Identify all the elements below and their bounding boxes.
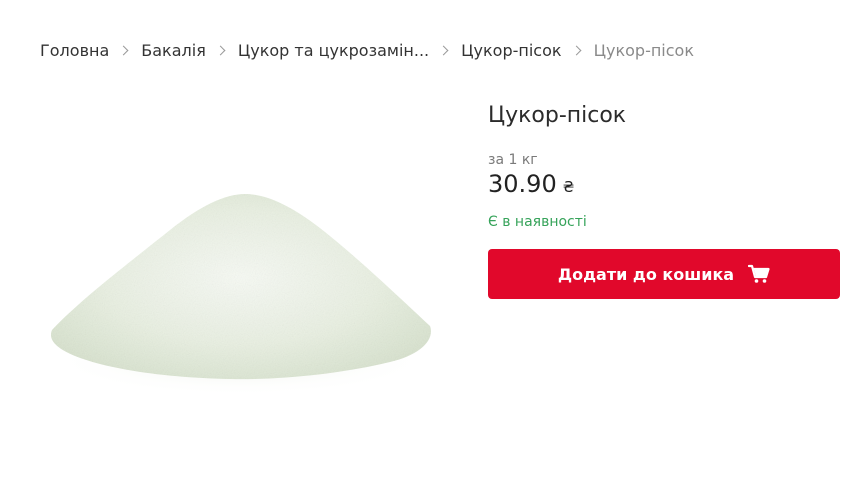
breadcrumb-granulated-sugar[interactable]: Цукор-пісок [461,41,561,60]
price-row: 30.90 ₴ [488,170,840,198]
cart-icon [748,264,770,284]
chevron-right-icon [438,45,449,56]
add-to-cart-label: Додати до кошика [557,264,735,284]
currency-symbol: ₴ [562,178,575,196]
product-image[interactable] [40,150,440,410]
price-unit: за 1 кг [488,152,538,168]
chevron-right-icon [571,45,582,56]
breadcrumb-sugar-category[interactable]: Цукор та цукрозамін... [238,41,429,60]
breadcrumb-grocery[interactable]: Бакалія [141,41,206,60]
availability-status: Є в наявності [488,214,587,230]
breadcrumb: Головна Бакалія Цукор та цукрозамін... Ц… [40,41,694,60]
product-price: 30.90 [488,170,557,198]
sugar-pile-image [50,194,431,396]
chevron-right-icon [215,45,226,56]
breadcrumb-current: Цукор-пісок [593,41,694,60]
breadcrumb-home[interactable]: Головна [40,41,109,60]
chevron-right-icon [118,45,129,56]
product-title: Цукор-пісок [488,103,627,128]
product-info: Цукор-пісок за 1 кг 30.90 ₴ Є в наявност… [488,103,840,299]
add-to-cart-button[interactable]: Додати до кошика [488,249,840,299]
